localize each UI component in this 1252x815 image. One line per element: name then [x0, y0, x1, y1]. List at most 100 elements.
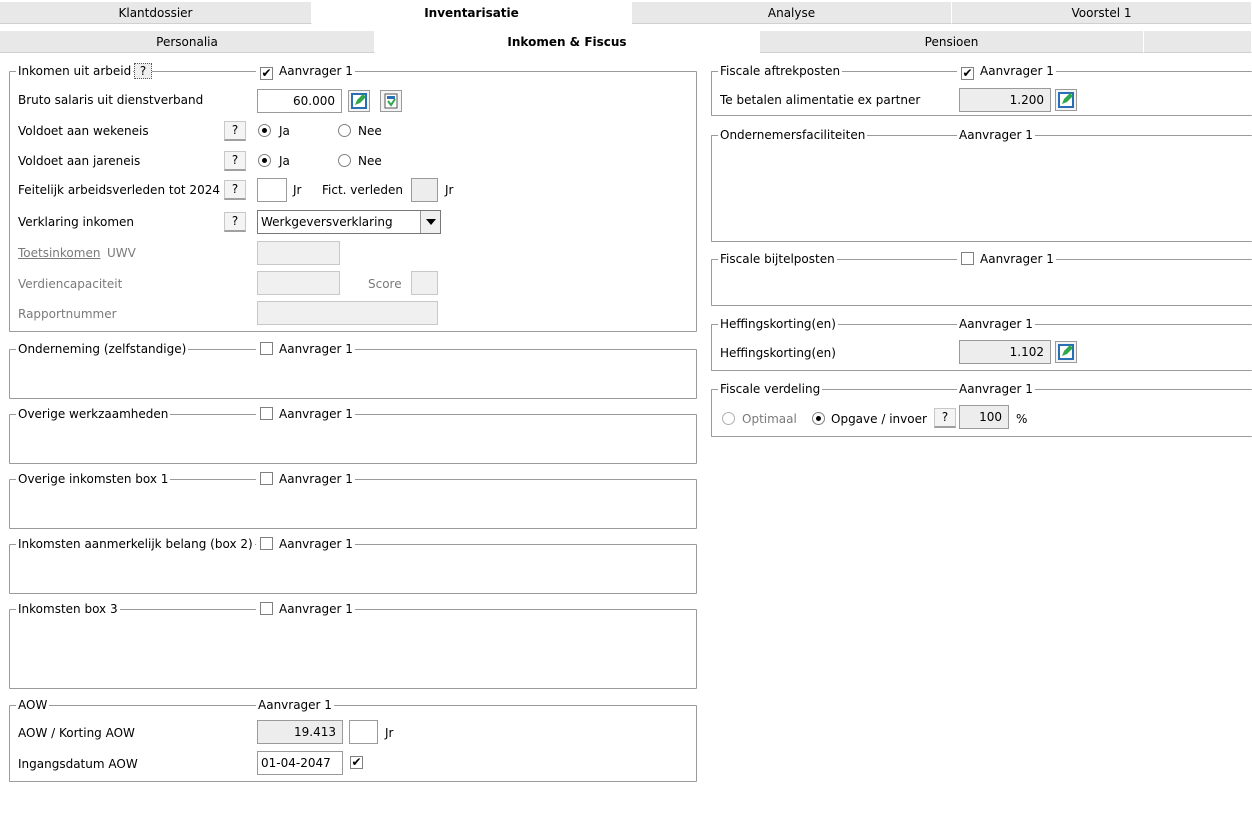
chevron-down-icon[interactable] [420, 211, 440, 233]
aow-korting-input[interactable]: 19.413 [257, 720, 343, 744]
applicant-arbeid: ✔ Aanvrager 1 [256, 64, 355, 80]
radio-optimaal[interactable] [722, 412, 735, 425]
applicant-heffingskorting: Aanvrager 1 [957, 317, 1035, 331]
verdiencapaciteit-input [257, 271, 340, 295]
feitelijk-input[interactable] [257, 178, 287, 202]
checkbox-overige-box1[interactable] [260, 472, 273, 485]
help-button-wekeneis[interactable]: ? [224, 121, 246, 141]
group-box3 [9, 609, 697, 689]
group-title-ondernemers: Ondernemersfaciliteiten [718, 128, 868, 142]
radio-wekeneis-nee[interactable] [338, 124, 351, 137]
applicant-label: Aanvrager 1 [980, 64, 1054, 78]
help-button-verklaring[interactable]: ? [224, 212, 246, 232]
edit-icon[interactable] [1055, 341, 1077, 363]
percent-label: % [1016, 412, 1028, 426]
aow-jr-input[interactable] [349, 720, 378, 744]
applicant-bijtelposten: Aanvrager 1 [957, 252, 1056, 266]
group-title-overige-box1: Overige inkomsten box 1 [16, 472, 171, 486]
checkbox-arbeid[interactable]: ✔ [260, 67, 273, 80]
fict-label: Fict. verleden [322, 183, 404, 197]
group-title-overige-werkzaamheden: Overige werkzaamheden [16, 407, 171, 421]
group-title-box2: Inkomsten aanmerkelijk belang (box 2) [16, 537, 255, 551]
group-title-box3: Inkomsten box 3 [16, 602, 120, 616]
checkbox-overige-werk[interactable] [260, 407, 273, 420]
verklaring-select[interactable]: Werkgeversverklaring [257, 210, 441, 234]
applicant-overige-werk: Aanvrager 1 [256, 407, 355, 421]
applicant-label: Aanvrager 1 [980, 252, 1054, 266]
radio-label-ja: Ja [279, 154, 290, 168]
checkbox-aftrekposten[interactable]: ✔ [961, 67, 974, 80]
applicant-ondernemers: Aanvrager 1 [957, 128, 1035, 142]
optimaal-label: Optimaal [742, 412, 797, 426]
checkbox-onderneming[interactable] [260, 342, 273, 355]
rapportnummer-input [257, 301, 438, 325]
feitelijk-label: Feitelijk arbeidsverleden tot 2024 [18, 183, 220, 197]
bruto-label: Bruto salaris uit dienstverband [18, 93, 204, 107]
bruto-input[interactable]: 60.000 [257, 89, 342, 113]
jareneis-label: Voldoet aan jareneis [18, 154, 141, 168]
group-fiscale-bijtelposten [711, 259, 1252, 306]
help-button-jareneis[interactable]: ? [224, 151, 246, 171]
radio-label-ja: Ja [279, 124, 290, 138]
applicant-label: Aanvrager 1 [279, 602, 353, 616]
jr-label: Jr [385, 726, 394, 740]
aow-datum-input[interactable]: 01-04-2047 [257, 751, 343, 775]
edit-icon[interactable] [1055, 89, 1077, 111]
group-title-onderneming: Onderneming (zelfstandige) [16, 342, 189, 356]
alimentatie-input[interactable]: 1.200 [959, 88, 1051, 112]
tab-klantdossier[interactable]: Klantdossier [0, 2, 312, 24]
fict-input[interactable] [411, 178, 438, 202]
rapportnummer-label: Rapportnummer [18, 307, 117, 321]
calculator-icon[interactable] [380, 90, 402, 112]
checkbox-box2[interactable] [260, 537, 273, 550]
radio-label-nee: Nee [358, 124, 382, 138]
tab-analyse[interactable]: Analyse [632, 2, 952, 24]
radio-wekeneis-ja[interactable] [258, 124, 271, 137]
group-title-verdeling: Fiscale verdeling [718, 382, 823, 396]
verdeling-input[interactable]: 100 [959, 405, 1009, 429]
toetsinkomen-input [257, 241, 340, 265]
help-button-verdeling[interactable]: ? [934, 408, 956, 428]
edit-icon[interactable] [348, 90, 370, 112]
checkbox-box3[interactable] [260, 602, 273, 615]
wekeneis-label: Voldoet aan wekeneis [18, 124, 149, 138]
checkbox-aow-datum[interactable]: ✔ [350, 756, 363, 769]
tab-personalia[interactable]: Personalia [0, 31, 375, 53]
verklaring-value: Werkgeversverklaring [261, 215, 393, 229]
applicant-label: Aanvrager 1 [279, 472, 353, 486]
radio-jareneis-ja[interactable] [258, 154, 271, 167]
aow-korting-label: AOW / Korting AOW [18, 726, 135, 740]
toetsinkomen-link[interactable]: Toetsinkomen [18, 245, 100, 261]
applicant-overige-box1: Aanvrager 1 [256, 472, 355, 486]
jr-label: Jr [445, 183, 454, 197]
group-box2 [9, 544, 697, 594]
group-title-inkomen-uit-arbeid: Inkomen uit arbeid [16, 64, 134, 78]
group-title-aow: AOW [16, 698, 50, 712]
jr-label: Jr [293, 183, 302, 197]
group-onderneming [9, 349, 697, 399]
alimentatie-label: Te betalen alimentatie ex partner [720, 93, 921, 107]
group-title-heffingskorting: Heffingskorting(en) [718, 317, 838, 331]
help-button-feitelijk[interactable]: ? [224, 180, 246, 200]
applicant-label: Aanvrager 1 [279, 64, 353, 78]
tab-inkomen-fiscus[interactable]: Inkomen & Fiscus [375, 31, 760, 53]
checkbox-bijtelposten[interactable] [961, 252, 974, 265]
radio-label-nee: Nee [358, 154, 382, 168]
score-input [411, 271, 438, 295]
radio-opgave[interactable] [812, 412, 825, 425]
group-overige-box1 [9, 479, 697, 529]
heffingskorting-input[interactable]: 1.102 [959, 340, 1051, 364]
group-title-aftrekposten: Fiscale aftrekposten [718, 64, 843, 78]
tab-pensioen[interactable]: Pensioen [760, 31, 1144, 53]
group-overige-werkzaamheden [9, 414, 697, 464]
tab-inventarisatie[interactable]: Inventarisatie [312, 2, 632, 24]
opgave-label: Opgave / invoer [831, 412, 927, 426]
uwv-label: UWV [107, 246, 136, 260]
tab-voorstel-1[interactable]: Voorstel 1 [952, 2, 1252, 24]
aow-datum-label: Ingangsdatum AOW [18, 757, 138, 771]
applicant-aow: Aanvrager 1 [256, 698, 334, 712]
help-button-arbeid[interactable]: ? [134, 63, 152, 79]
tab-empty [1144, 31, 1252, 53]
group-title-bijtelposten: Fiscale bijtelposten [718, 252, 837, 266]
radio-jareneis-nee[interactable] [338, 154, 351, 167]
